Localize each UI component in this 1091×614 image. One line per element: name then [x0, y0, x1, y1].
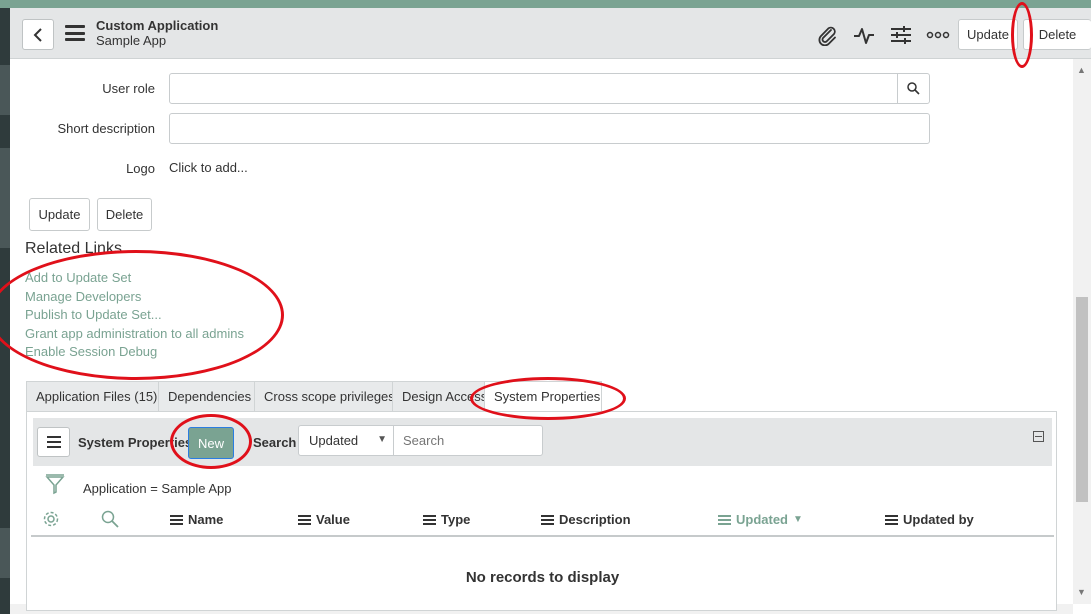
column-menu-icon[interactable]	[541, 514, 554, 525]
activity-icon[interactable]	[851, 22, 877, 48]
column-menu-icon[interactable]	[298, 514, 311, 525]
column-updated[interactable]: Updated ▼	[718, 512, 803, 527]
collapse-icon[interactable]	[1033, 431, 1044, 442]
vertical-scrollbar[interactable]: ▲ ▼	[1073, 59, 1091, 604]
column-type[interactable]: Type	[423, 512, 470, 527]
form-subtitle: Sample App	[96, 33, 167, 48]
form-title: Custom Application	[96, 18, 219, 33]
filter-funnel-icon[interactable]	[45, 474, 65, 499]
search-icon	[907, 82, 920, 95]
column-menu-icon[interactable]	[423, 514, 436, 525]
column-menu-icon[interactable]	[718, 514, 731, 525]
logo-click-to-add[interactable]: Click to add...	[169, 160, 248, 175]
short-description-label: Short description	[57, 121, 155, 136]
column-name[interactable]: Name	[170, 512, 223, 527]
annotation-circle-system-properties-tab	[470, 377, 626, 420]
column-menu-icon[interactable]	[885, 514, 898, 525]
tab-cross-scope-privileges[interactable]: Cross scope privileges	[254, 381, 395, 412]
chevron-left-icon	[33, 27, 42, 42]
delete-button[interactable]: Delete	[97, 198, 152, 231]
gear-icon[interactable]	[42, 510, 60, 531]
hamburger-icon	[46, 436, 61, 448]
list-context-menu-button[interactable]	[37, 427, 70, 457]
paperclip-icon[interactable]	[814, 22, 840, 48]
list-search-input[interactable]	[393, 425, 543, 456]
user-role-input[interactable]	[169, 73, 898, 104]
search-label: Search	[253, 435, 297, 450]
annotation-circle-delete	[1011, 2, 1033, 68]
more-options-icon[interactable]	[925, 22, 951, 48]
context-menu-icon[interactable]	[65, 25, 85, 41]
header-divider	[31, 535, 1054, 537]
top-accent-strip	[0, 0, 1091, 8]
empty-list-message: No records to display	[465, 569, 620, 586]
header-delete-button[interactable]: Delete	[1023, 19, 1091, 50]
update-button[interactable]: Update	[29, 198, 90, 231]
tab-application-files[interactable]: Application Files (15)	[26, 381, 158, 412]
user-role-label: User role	[102, 81, 155, 96]
annotation-circle-new-button	[170, 414, 252, 469]
filter-breadcrumb[interactable]: Application = Sample App	[83, 481, 232, 496]
back-button[interactable]	[22, 19, 54, 50]
vertical-scrollbar-thumb[interactable]	[1076, 297, 1088, 502]
user-role-lookup-button[interactable]	[897, 73, 930, 104]
caret-down-icon: ▼	[377, 434, 387, 445]
logo-label: Logo	[126, 161, 155, 176]
column-menu-icon[interactable]	[170, 514, 183, 525]
column-description[interactable]: Description	[541, 512, 631, 527]
tab-dependencies[interactable]: Dependencies	[158, 381, 254, 412]
search-field-value: Updated	[309, 433, 359, 448]
column-search-icon[interactable]	[101, 510, 119, 531]
header-update-button[interactable]: Update	[958, 19, 1018, 50]
annotation-circle-related-links	[0, 250, 284, 380]
column-updated-by[interactable]: Updated by	[885, 512, 974, 527]
settings-sliders-icon[interactable]	[888, 22, 914, 48]
sort-descending-icon: ▼	[793, 514, 803, 525]
column-value[interactable]: Value	[298, 512, 350, 527]
form-header: Custom Application Sample App Update Del…	[10, 8, 1091, 59]
short-description-input[interactable]	[169, 113, 930, 144]
search-field-select[interactable]: Updated ▼	[298, 425, 394, 456]
